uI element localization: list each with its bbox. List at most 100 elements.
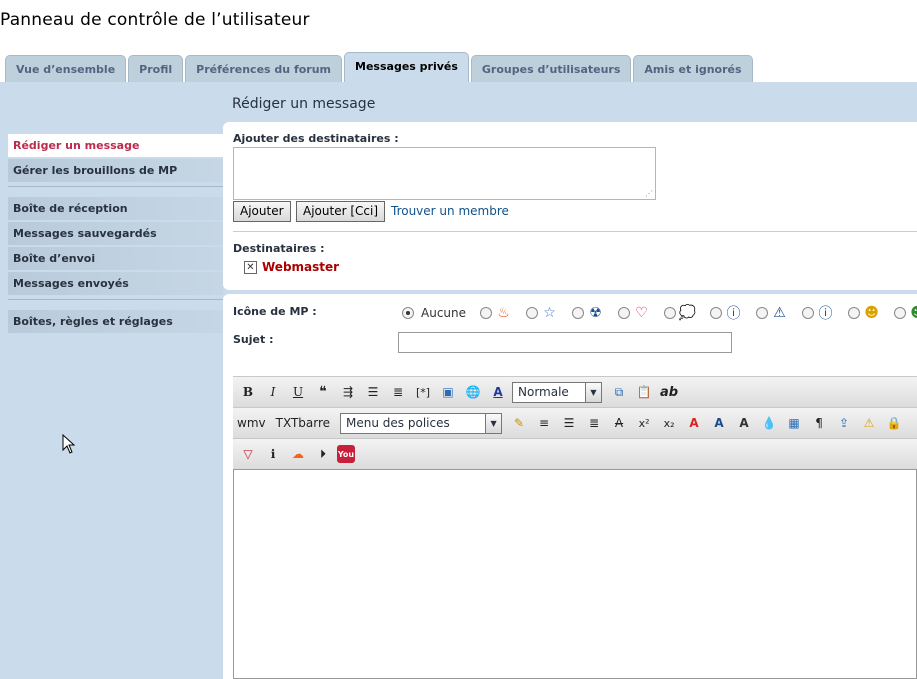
recipient-entry: ✕ Webmaster [244,260,339,274]
pm-icon-green-option[interactable]: ☻ [894,305,917,322]
radio-info[interactable] [802,307,815,319]
underline-icon[interactable]: U [287,381,309,403]
radioactive-icon: ☢ [589,305,602,321]
paste-icon[interactable]: 📋 [633,381,655,403]
align-left-icon[interactable]: ≣ [583,412,605,434]
paragraph-icon[interactable]: ¶ [808,412,830,434]
align-center-icon[interactable]: ≡ [533,412,555,434]
tab-overview[interactable]: Vue d’ensemble [5,55,127,82]
tab-forum-preferences[interactable]: Préférences du forum [185,55,343,82]
font-color-icon[interactable]: A [487,381,509,403]
pm-icon-none-option[interactable]: Aucune [402,306,466,320]
pm-icon-speech-option[interactable]: 💭 [664,305,696,322]
red-a-icon[interactable]: A [683,412,705,434]
radio-none[interactable] [402,307,414,319]
radio-heart[interactable] [618,307,631,319]
wmv-button[interactable]: wmv [237,416,266,430]
sidebar-item-drafts[interactable]: Gérer les brouillons de MP [8,159,223,182]
pm-icon-question-option[interactable]: ⓘ [710,305,742,322]
shadow-a-icon[interactable]: A [708,412,730,434]
find-member-link[interactable]: Trouver un membre [391,204,509,218]
resize-grip-icon[interactable]: ⋰ [645,190,653,198]
image-icon[interactable]: ▣ [437,381,459,403]
radio-star[interactable] [526,307,539,319]
add-recipients-textarea[interactable]: ⋰ [233,147,656,200]
sidebar-item-compose[interactable]: Rédiger un message [8,134,223,157]
highlight-icon[interactable]: ✎ [508,412,530,434]
subject-label: Sujet : [233,333,274,346]
subscript-icon[interactable]: x₂ [658,412,680,434]
sidebar-item-sent[interactable]: Messages envoyés [8,272,223,295]
recipient-name[interactable]: Webmaster [262,260,339,274]
pm-icon-heart-option[interactable]: ♡ [618,305,650,322]
pm-icon-options: Aucune ♨ ☆ ☢ ♡ 💭 ⓘ ⚠ ⓘ ☻ ☻ [402,303,917,323]
tab-bar: Vue d’ensemble Profil Préférences du for… [5,52,755,82]
font-size-select[interactable]: Normale ▼ [512,381,602,403]
gradient-icon[interactable]: ▦ [783,412,805,434]
radio-smiley[interactable] [848,307,861,319]
radio-speech[interactable] [664,307,677,319]
bold-icon[interactable]: B [237,381,259,403]
pm-icon-smiley-option[interactable]: ☻ [848,305,880,322]
code-icon[interactable]: ⇶ [337,381,359,403]
info-icon: ⓘ [818,306,833,322]
warning-icon[interactable]: ⚠ [858,412,880,434]
sidebar-item-inbox[interactable]: Boîte de réception [8,197,223,220]
message-editor[interactable] [233,469,917,679]
font-menu-select-value: Menu des polices [346,416,450,430]
lock-icon[interactable]: 🔒 [883,412,905,434]
soundcloud-icon[interactable]: ☁ [287,443,309,465]
tab-profile[interactable]: Profil [128,55,184,82]
radio-green[interactable] [894,307,907,319]
info-document-icon[interactable]: ℹ [262,443,284,465]
pm-icon-warning-option[interactable]: ⚠ [756,305,788,322]
strikeout-ab-icon[interactable]: ab [658,381,680,403]
add-button[interactable]: Ajouter [233,201,291,222]
radio-warning[interactable] [756,307,769,319]
chevron-down-icon[interactable]: ▼ [585,382,601,402]
pm-icon-radioactive-option[interactable]: ☢ [572,305,604,322]
pm-icon-star-option[interactable]: ☆ [526,305,558,322]
italic-icon[interactable]: I [262,381,284,403]
play-icon[interactable]: ⏵ [312,443,334,465]
txtbarre-button[interactable]: TXTbarre [276,416,330,430]
smiley-icon: ☻ [864,305,879,321]
bullet-list-icon[interactable]: ☰ [362,381,384,403]
sidebar-item-saved[interactable]: Messages sauvegardés [8,222,223,245]
quote-icon[interactable]: ❝ [312,381,334,403]
strikethrough-icon[interactable]: A [608,412,630,434]
editor-toolbar-3: ▽ ℹ ☁ ⏵ You [233,438,917,469]
droplet-icon[interactable]: 💧 [758,412,780,434]
sidebar-item-folders-rules[interactable]: Boîtes, règles et réglages [8,310,223,333]
mouse-cursor-icon [62,434,76,454]
chevron-down-icon[interactable]: ▼ [485,413,502,433]
pm-icon-fire-option[interactable]: ♨ [480,305,512,322]
tab-private-messages[interactable]: Messages privés [344,52,469,82]
youtube-icon[interactable]: You [337,445,355,463]
link-globe-icon[interactable]: 🌐 [462,381,484,403]
list-item-icon[interactable]: [*] [412,381,434,403]
superscript-icon[interactable]: x² [633,412,655,434]
recipients-label: Destinataires : [233,242,325,255]
copy-icon[interactable]: ⧉ [608,381,630,403]
upload-icon[interactable]: ⇪ [833,412,855,434]
remove-recipient-icon[interactable]: ✕ [244,260,257,274]
tab-user-groups[interactable]: Groupes d’utilisateurs [470,55,632,82]
glow-a-icon[interactable]: A [733,412,755,434]
add-bcc-button[interactable]: Ajouter [Cci] [296,201,385,222]
warning-icon: ⚠ [773,305,786,321]
radio-question[interactable] [710,307,723,319]
radio-fire[interactable] [480,307,493,319]
spoiler-icon[interactable]: ▽ [237,443,259,465]
subject-input[interactable] [398,332,732,353]
speech-bubble-icon: 💭 [678,305,697,321]
justify-icon[interactable]: ☰ [558,412,580,434]
pm-icon-info-option[interactable]: ⓘ [802,305,834,322]
numbered-list-icon[interactable]: ≣ [387,381,409,403]
pm-icon-label: Icône de MP : [233,305,317,318]
font-menu-select[interactable]: Menu des polices ▼ [340,412,503,434]
sidebar-item-outbox[interactable]: Boîte d’envoi [8,247,223,270]
tab-friends-foes[interactable]: Amis et ignorés [633,55,753,82]
radio-radioactive[interactable] [572,307,585,319]
fire-icon: ♨ [497,305,510,321]
